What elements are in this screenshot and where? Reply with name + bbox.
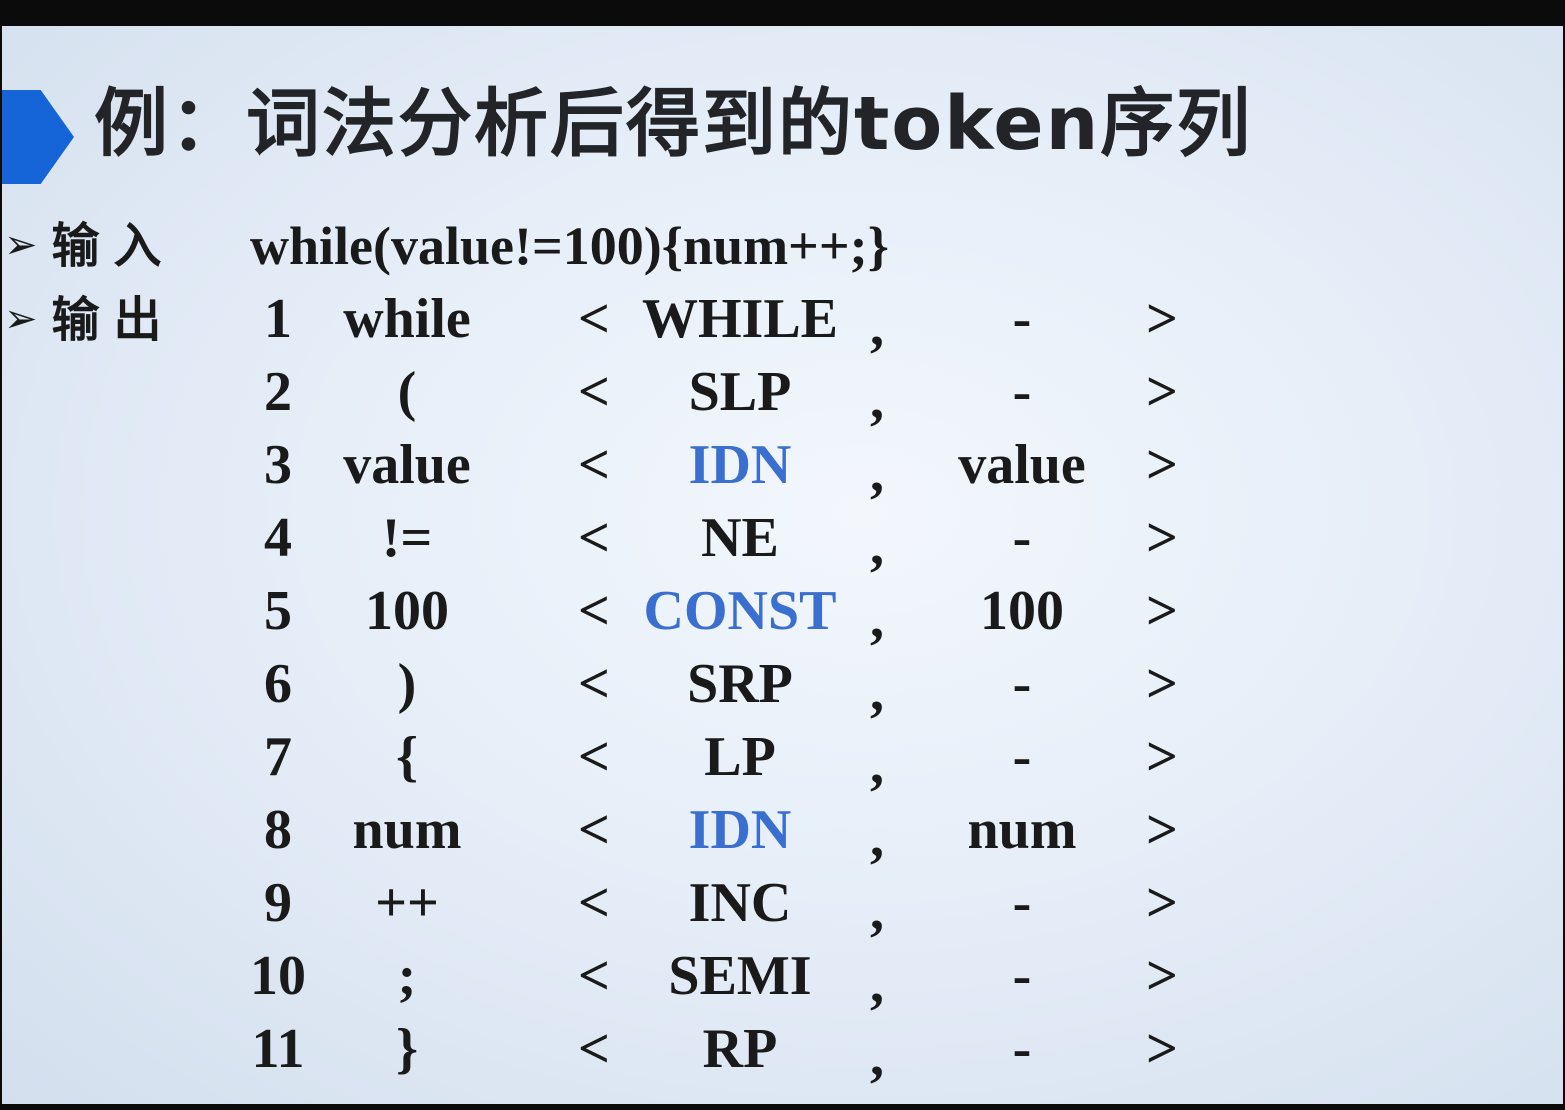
token-open-bracket: <	[578, 653, 610, 715]
token-number: 7	[264, 726, 292, 788]
token-open-bracket: <	[578, 1018, 610, 1080]
token-type: SRP	[687, 653, 793, 715]
token-attribute: -	[1012, 361, 1032, 423]
token-comma: ,	[870, 1026, 884, 1088]
token-lexeme: (	[397, 361, 417, 423]
token-close-bracket: >	[1146, 945, 1178, 1007]
token-comma: ,	[870, 807, 884, 869]
token-type: CONST	[643, 580, 837, 642]
token-close-bracket: >	[1146, 872, 1178, 934]
token-number: 5	[264, 580, 292, 642]
token-attribute: -	[1012, 507, 1032, 569]
token-close-bracket: >	[1146, 361, 1178, 423]
token-row: 3 value < IDN, value >	[2, 430, 1402, 504]
token-comma: ,	[870, 442, 884, 504]
token-number: 3	[264, 434, 292, 496]
token-lexeme: )	[397, 653, 417, 715]
token-comma: ,	[870, 953, 884, 1015]
token-attribute: -	[1012, 726, 1032, 788]
token-comma: ,	[870, 880, 884, 942]
token-attribute: num	[967, 799, 1077, 861]
token-open-bracket: <	[578, 434, 610, 496]
token-row: 4 != < NE, - >	[2, 503, 1402, 577]
token-open-bracket: <	[578, 799, 610, 861]
token-open-bracket: <	[578, 945, 610, 1007]
token-attribute: -	[1012, 653, 1032, 715]
token-type: WHILE	[641, 288, 839, 350]
token-open-bracket: <	[578, 361, 610, 423]
token-row: 2 ( < SLP, - >	[2, 357, 1402, 431]
token-number: 9	[264, 872, 292, 934]
token-type: SLP	[688, 361, 792, 423]
token-close-bracket: >	[1146, 726, 1178, 788]
token-row: 10; < SEMI, - >	[2, 941, 1402, 1015]
token-close-bracket: >	[1146, 1018, 1178, 1080]
token-close-bracket: >	[1146, 288, 1178, 350]
token-type: RP	[702, 1018, 778, 1080]
token-close-bracket: >	[1146, 580, 1178, 642]
token-number: 10	[250, 945, 306, 1007]
token-lexeme: ;	[397, 945, 417, 1007]
token-comma: ,	[870, 661, 884, 723]
token-row: 5 100 < CONST, 100 >	[2, 576, 1402, 650]
token-type: NE	[701, 507, 779, 569]
token-comma: ,	[870, 588, 884, 650]
token-comma: ,	[870, 369, 884, 431]
token-lexeme: while	[343, 288, 471, 350]
token-type: IDN	[688, 799, 792, 861]
token-comma: ,	[870, 734, 884, 796]
token-comma: ,	[870, 296, 884, 358]
token-open-bracket: <	[578, 580, 610, 642]
token-close-bracket: >	[1146, 653, 1178, 715]
token-row: 8 num < IDN, num >	[2, 795, 1402, 869]
token-lexeme: !=	[381, 507, 433, 569]
token-row: 11} < RP, - >	[2, 1014, 1402, 1088]
token-attribute: -	[1012, 1018, 1032, 1080]
screen: 例：词法分析后得到的token序列 ➢ 输入 while(value!=100){…	[0, 0, 1565, 1110]
token-lexeme: }	[395, 1018, 419, 1080]
token-number: 1	[264, 288, 292, 350]
token-close-bracket: >	[1146, 434, 1178, 496]
token-lexeme: value	[343, 434, 471, 496]
token-number: 6	[264, 653, 292, 715]
token-attribute: 100	[980, 580, 1064, 642]
token-attribute: -	[1012, 872, 1032, 934]
token-row: 1 while < WHILE, - >	[2, 284, 1402, 358]
token-close-bracket: >	[1146, 507, 1178, 569]
token-attribute: -	[1012, 945, 1032, 1007]
token-number: 2	[264, 361, 292, 423]
token-number: 11	[251, 1018, 305, 1080]
token-attribute: value	[958, 434, 1086, 496]
token-number: 8	[264, 799, 292, 861]
token-lexeme: 100	[365, 580, 449, 642]
token-type: SEMI	[668, 945, 812, 1007]
token-row: 7 { < LP, - >	[2, 722, 1402, 796]
token-type: LP	[704, 726, 776, 788]
token-attribute: -	[1012, 288, 1032, 350]
token-table: 1 while < WHILE, - >2 ( < SLP, - >3 value < IDN, value…	[2, 26, 1563, 1104]
token-row: 9 ++ < INC, - >	[2, 868, 1402, 942]
token-open-bracket: <	[578, 872, 610, 934]
token-lexeme: {	[395, 726, 419, 788]
slide: 例：词法分析后得到的token序列 ➢ 输入 while(value!=100){…	[2, 26, 1563, 1104]
token-open-bracket: <	[578, 726, 610, 788]
token-type: IDN	[688, 434, 792, 496]
token-open-bracket: <	[578, 507, 610, 569]
token-open-bracket: <	[578, 288, 610, 350]
token-close-bracket: >	[1146, 799, 1178, 861]
token-number: 4	[264, 507, 292, 569]
token-lexeme: num	[352, 799, 462, 861]
token-comma: ,	[870, 515, 884, 577]
token-row: 6) < SRP, - >	[2, 649, 1402, 723]
token-lexeme: ++	[375, 872, 439, 934]
token-type: INC	[688, 872, 792, 934]
